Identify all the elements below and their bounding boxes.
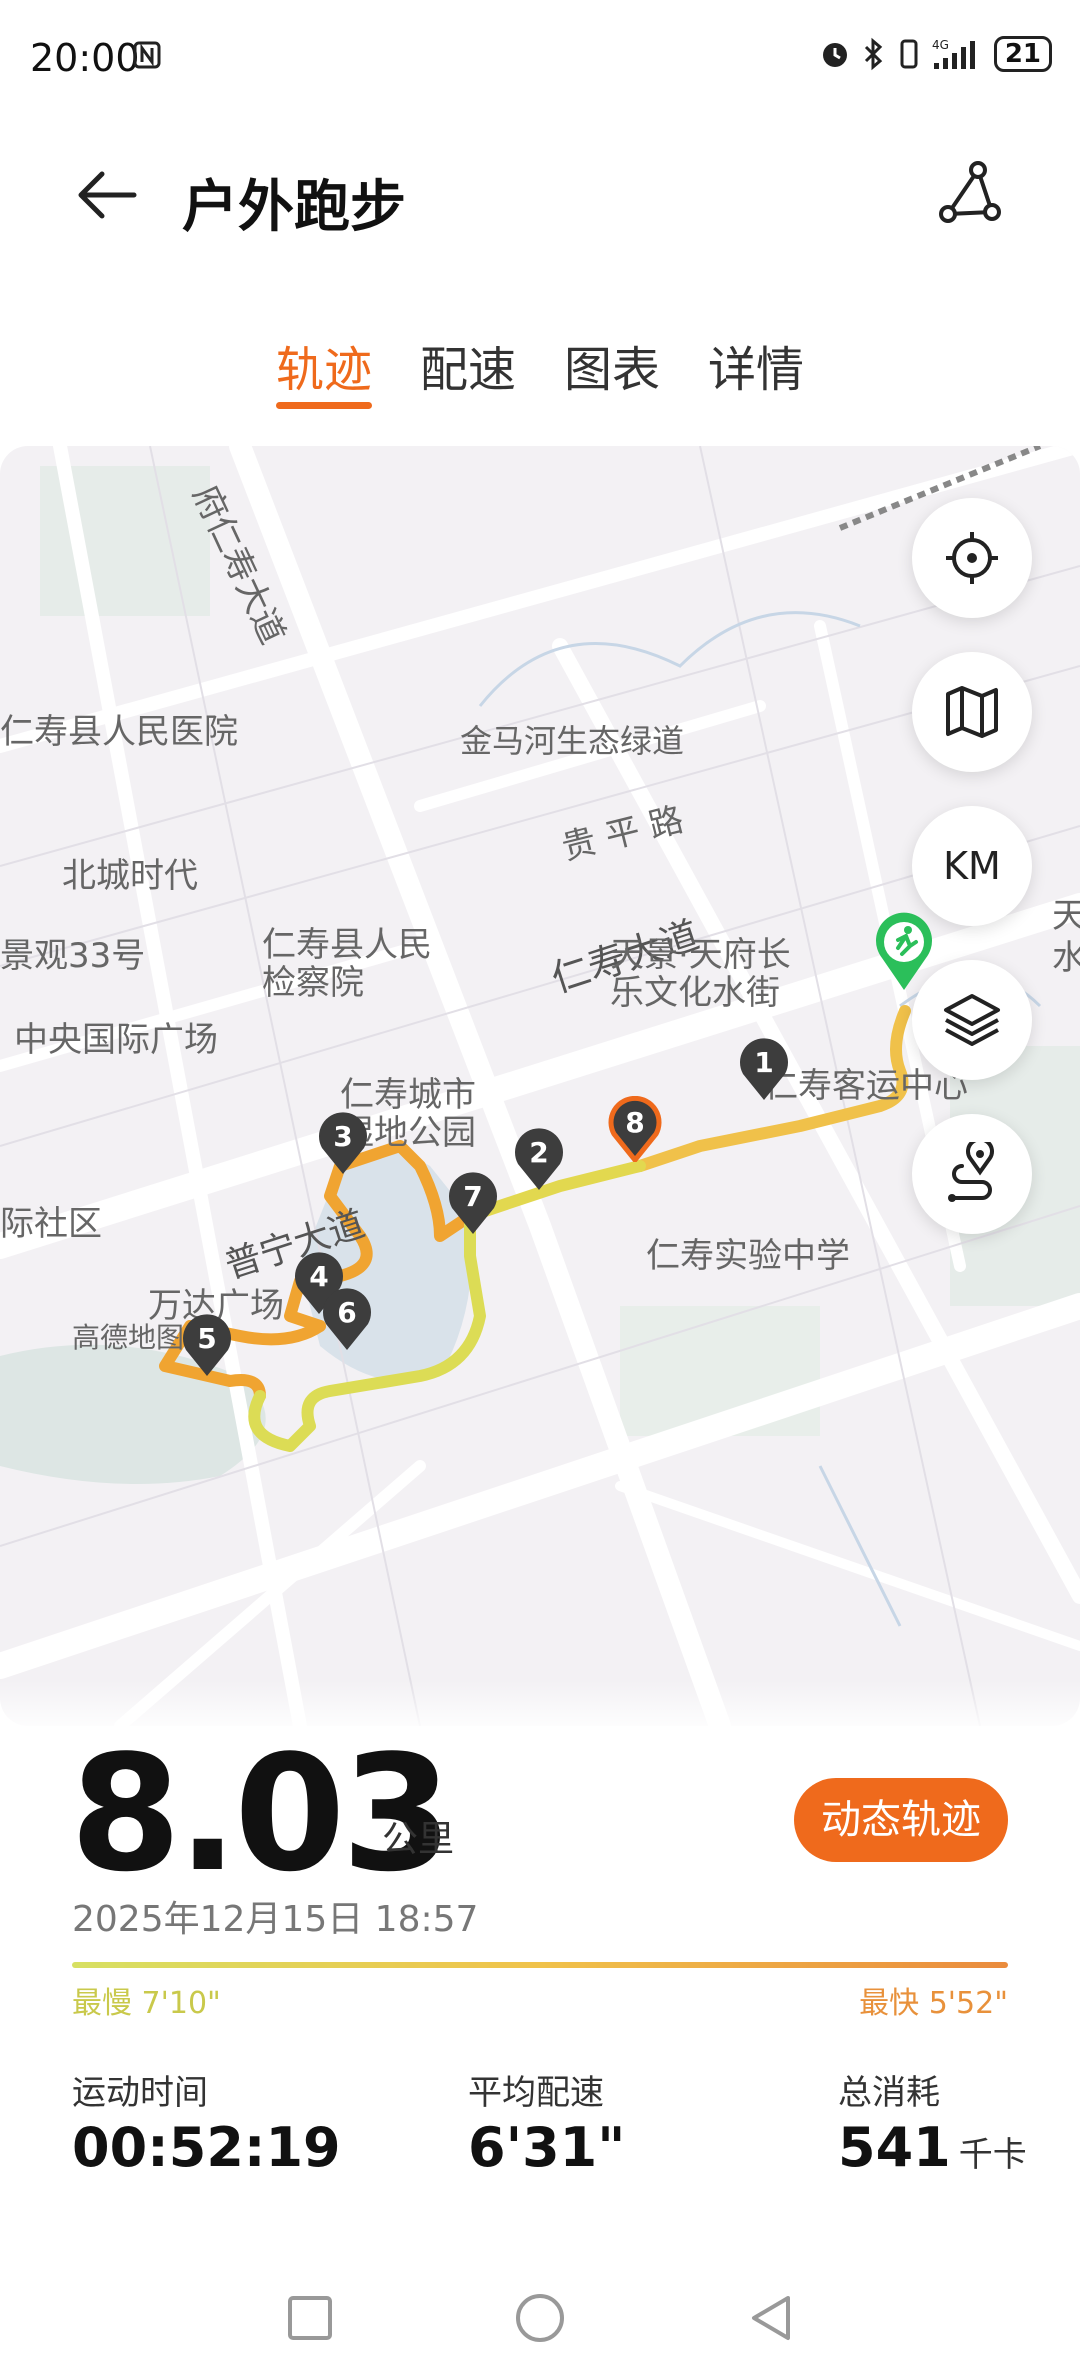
- arrow-left-icon[interactable]: [72, 160, 142, 230]
- metric-label-avg-pace: 平均配速: [468, 2073, 604, 2113]
- alarm-icon: [822, 43, 847, 67]
- slowest-pace: 最慢 7'10": [72, 1986, 221, 2021]
- distance-unit: 公里: [382, 1819, 455, 1860]
- map-label: 天景·天府长乐文化水街: [610, 935, 791, 1013]
- network-type: 4G: [932, 38, 949, 52]
- header: 户外跑步: [0, 140, 1080, 250]
- map-marker-3[interactable]: 3: [316, 1110, 370, 1176]
- map-marker-8[interactable]: 8: [608, 1096, 662, 1162]
- map-label: 仁寿实验中学: [646, 1236, 850, 1276]
- map-type-button[interactable]: [912, 652, 1032, 772]
- layers-button[interactable]: [912, 960, 1032, 1080]
- km-button[interactable]: KM: [912, 806, 1032, 926]
- tab-bar: 轨迹 配速 图表 详情: [0, 320, 1080, 420]
- map-marker-2[interactable]: 2: [512, 1126, 566, 1192]
- circle-icon[interactable]: [510, 2288, 570, 2348]
- status-bar: 20:00 4G 21: [0, 0, 1080, 120]
- map-marker-6[interactable]: 6: [320, 1286, 374, 1352]
- tab-chart[interactable]: 图表: [564, 330, 660, 400]
- layers-icon: [944, 994, 1000, 1046]
- tab-track[interactable]: 轨迹: [276, 330, 372, 400]
- dynamic-track-button[interactable]: 动态轨迹: [794, 1778, 1008, 1862]
- signal-icon: 4G: [932, 38, 975, 69]
- metric-label-calories: 总消耗: [838, 2073, 940, 2113]
- locate-button[interactable]: [912, 498, 1032, 618]
- nfc-icon: [133, 41, 161, 69]
- page-title: 户外跑步: [182, 175, 406, 240]
- tab-active-indicator: [276, 402, 372, 409]
- metric-value-avg-pace: 6'31": [468, 2116, 626, 2179]
- triangle-back-icon[interactable]: [740, 2288, 800, 2348]
- map-label: 仁寿县人民医院: [0, 712, 238, 752]
- map-marker-7[interactable]: 7: [446, 1170, 500, 1236]
- map-label: 高德地图: [72, 1321, 185, 1354]
- route-button[interactable]: [912, 1114, 1032, 1234]
- fastest-pace: 最快 5'52": [859, 1986, 1008, 2021]
- route-map[interactable]: 府仁寿大道 仁寿县人民医院 金马河生态绿道 贵 平 路 北城时代 仁寿大道 景观…: [0, 446, 1080, 1726]
- map-label: 北城时代: [62, 856, 198, 896]
- vibrate-icon: [900, 39, 918, 69]
- metric-value-duration: 00:52:19: [72, 2116, 341, 2179]
- map-icon: [946, 686, 998, 738]
- map-label: 景观33号: [0, 936, 146, 976]
- tab-details[interactable]: 详情: [708, 330, 804, 400]
- square-icon[interactable]: [280, 2288, 340, 2348]
- map-label: 际社区: [0, 1204, 102, 1244]
- metric-value-calories: 541 千卡: [838, 2116, 1027, 2179]
- system-nav-bar: [0, 2270, 1080, 2376]
- route-icon: [948, 1142, 994, 1202]
- status-time: 20:00: [30, 36, 140, 80]
- map-marker-5[interactable]: 5: [180, 1312, 234, 1378]
- map-label: 仁寿县人民检察院: [262, 925, 432, 1003]
- battery-indicator: 21: [993, 36, 1052, 72]
- map-label: 水: [1052, 938, 1080, 978]
- map-label: 金马河生态绿道: [460, 722, 685, 760]
- bluetooth-icon: [864, 37, 883, 71]
- summary-panel: 8.03 公里 动态轨迹 2025年12月15日 18:57 最慢 7'10" …: [0, 1680, 1080, 2260]
- route-share-icon[interactable]: [934, 158, 1008, 232]
- map-label: 中央国际广场: [14, 1020, 218, 1060]
- crosshair-icon: [946, 532, 998, 584]
- metric-label-duration: 运动时间: [72, 2073, 208, 2113]
- workout-date: 2025年12月15日 18:57: [72, 1899, 479, 1940]
- map-marker-1[interactable]: 1: [737, 1036, 791, 1102]
- tab-pace[interactable]: 配速: [420, 330, 516, 400]
- pace-gradient-bar: [72, 1962, 1008, 1968]
